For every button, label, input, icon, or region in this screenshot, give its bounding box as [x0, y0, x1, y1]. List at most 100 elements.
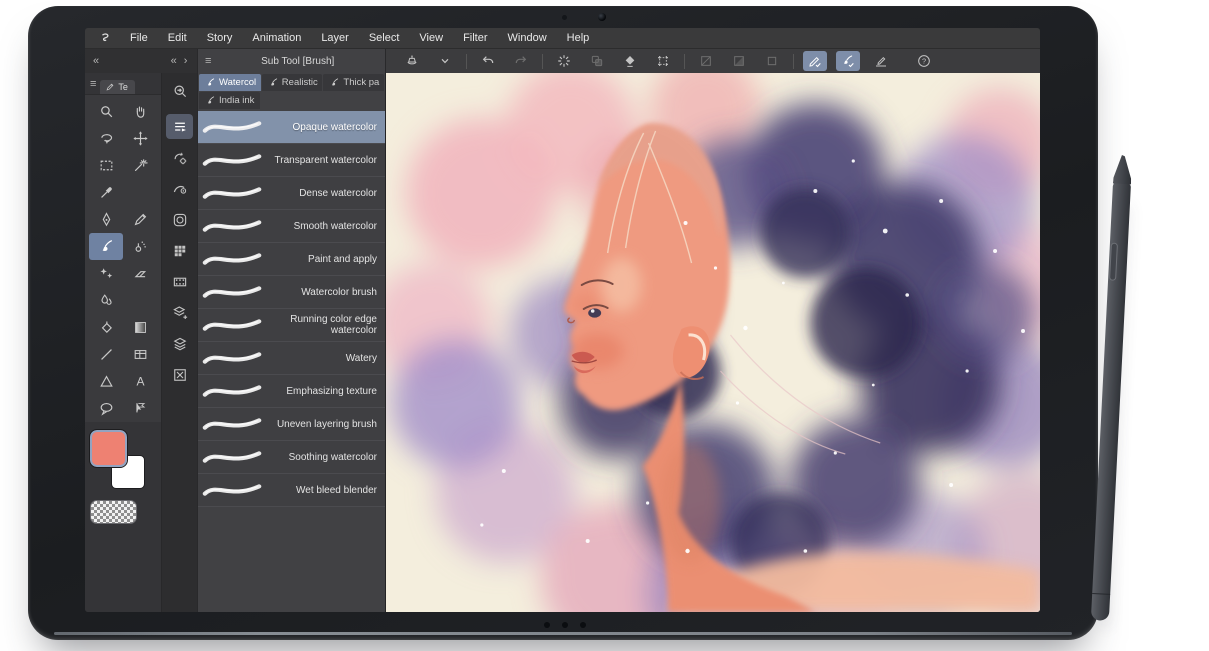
object-tool[interactable]	[123, 395, 157, 422]
eyedropper-tool[interactable]	[89, 179, 123, 206]
brush-list-item[interactable]: Uneven layering brush	[198, 408, 385, 441]
airbrush-tool[interactable]	[123, 233, 157, 260]
expand-panel-button[interactable]: ›	[184, 56, 188, 67]
brush-list-item[interactable]: Opaque watercolor	[198, 111, 385, 144]
menu-item[interactable]: Story	[197, 28, 243, 48]
rotate-tool[interactable]	[89, 125, 123, 152]
stabilization-button[interactable]	[869, 51, 893, 71]
menu-item[interactable]: Animation	[242, 28, 311, 48]
brush-tab-icon	[268, 77, 279, 88]
app-logo-icon[interactable]	[97, 31, 112, 46]
correct-line-button[interactable]	[803, 51, 827, 71]
brush-list-item[interactable]: Transparent watercolor	[198, 144, 385, 177]
eraser-tool[interactable]	[123, 260, 157, 287]
reset-display-button[interactable]	[552, 51, 576, 71]
menu-item[interactable]: Edit	[158, 28, 197, 48]
help-icon	[916, 53, 932, 69]
palette-menu-button[interactable]: ≡	[90, 79, 96, 90]
save-button[interactable]	[400, 51, 424, 71]
brush-list-item[interactable]: Paint and apply	[198, 243, 385, 276]
nocanvas-icon	[171, 366, 189, 384]
save-icon	[404, 53, 420, 69]
brush-list-item[interactable]: Watercolor brush	[198, 276, 385, 309]
vector-brush-button[interactable]	[836, 51, 860, 71]
frame-border-tool[interactable]	[123, 341, 157, 368]
text-icon	[132, 373, 149, 390]
zoom-tool[interactable]	[89, 98, 123, 125]
connector-pin	[580, 622, 586, 628]
auto-action-button[interactable]	[166, 145, 193, 170]
gradient-tool[interactable]	[123, 314, 157, 341]
eyedropper-icon	[98, 184, 115, 201]
balloon-tool[interactable]	[89, 395, 123, 422]
layer-panel-button[interactable]	[166, 331, 193, 356]
fill-button[interactable]	[618, 51, 642, 71]
decoration-tool[interactable]	[89, 260, 123, 287]
toolbar-divider	[542, 54, 543, 69]
menu-item[interactable]: File	[120, 28, 158, 48]
connector-pin	[544, 622, 550, 628]
figure-tool[interactable]	[89, 368, 123, 395]
timeline-button[interactable]	[166, 269, 193, 294]
menu-item[interactable]: Window	[498, 28, 557, 48]
canvas-overview-button[interactable]	[166, 362, 193, 387]
canvas[interactable]	[385, 73, 1040, 612]
subtool-tab-label: Watercol	[219, 77, 256, 88]
layer-property-button[interactable]	[166, 300, 193, 325]
collapse-palette-button[interactable]: «	[93, 56, 99, 67]
pen-tool[interactable]	[89, 206, 123, 233]
panel-header-strip: « « › ≡ Sub Tool [Brush]	[85, 49, 1040, 73]
crop-frame-button[interactable]	[651, 51, 675, 71]
subtool-tab-label: Realistic	[282, 77, 318, 88]
save-options-button[interactable]	[433, 51, 457, 71]
menu-item[interactable]: Select	[359, 28, 410, 48]
brush-list-item[interactable]: Soothing watercolor	[198, 441, 385, 474]
blend-tool[interactable]	[89, 287, 123, 314]
undo-button[interactable]	[476, 51, 500, 71]
menu-item[interactable]: View	[409, 28, 453, 48]
help-button[interactable]	[912, 51, 936, 71]
primary-color-swatch[interactable]	[90, 430, 127, 467]
brush-list-item[interactable]: Wet bleed blender	[198, 474, 385, 507]
snap-off-button[interactable]	[694, 51, 718, 71]
menu-item[interactable]: Help	[557, 28, 600, 48]
subtool-menu-button[interactable]: ≡	[205, 56, 211, 67]
chevdown-icon	[437, 53, 453, 69]
collapse-commandbar-button[interactable]: «	[171, 56, 177, 67]
tool-palette-tab[interactable]: Te	[100, 80, 135, 94]
subtool-tab[interactable]: Watercol	[199, 74, 261, 91]
menu-item[interactable]: Layer	[311, 28, 359, 48]
brush-list-item[interactable]: Running color edge watercolor	[198, 309, 385, 342]
subtool-tab-label: India ink	[219, 95, 254, 106]
hand-tool[interactable]	[123, 98, 157, 125]
selection-tool[interactable]	[89, 152, 123, 179]
brush-list-item[interactable]: Smooth watercolor	[198, 210, 385, 243]
subtool-tab[interactable]: Realistic	[262, 74, 323, 91]
fill-tool[interactable]	[89, 314, 123, 341]
transparent-color-swatch[interactable]	[90, 500, 137, 524]
snap-grid-button[interactable]	[760, 51, 784, 71]
subtool-tab[interactable]: Thick pa	[323, 74, 384, 91]
text-tool[interactable]	[123, 368, 157, 395]
move-tool[interactable]	[123, 125, 157, 152]
pencil-tool[interactable]	[123, 206, 157, 233]
shape-select-button[interactable]	[585, 51, 609, 71]
auto-select-tool[interactable]	[123, 152, 157, 179]
line-tool[interactable]	[89, 341, 123, 368]
brush-tool[interactable]	[89, 233, 123, 260]
snap-special-ruler-button[interactable]	[727, 51, 751, 71]
brush-list-item[interactable]: Dense watercolor	[198, 177, 385, 210]
navigator-button[interactable]	[166, 78, 193, 103]
subtool-tab[interactable]: India ink	[199, 92, 260, 109]
correction-settings-button[interactable]	[166, 176, 193, 201]
menu-item[interactable]: Filter	[453, 28, 497, 48]
quick-access-button[interactable]	[166, 114, 193, 139]
penline-icon	[873, 53, 889, 69]
redo-button[interactable]	[509, 51, 533, 71]
brush-list-item[interactable]: Watery	[198, 342, 385, 375]
color-set-button[interactable]	[166, 238, 193, 263]
line-icon	[98, 346, 115, 363]
brush-list-item[interactable]: Emphasizing texture	[198, 375, 385, 408]
command-bar-header: « ›	[161, 49, 197, 73]
material-button[interactable]	[166, 207, 193, 232]
